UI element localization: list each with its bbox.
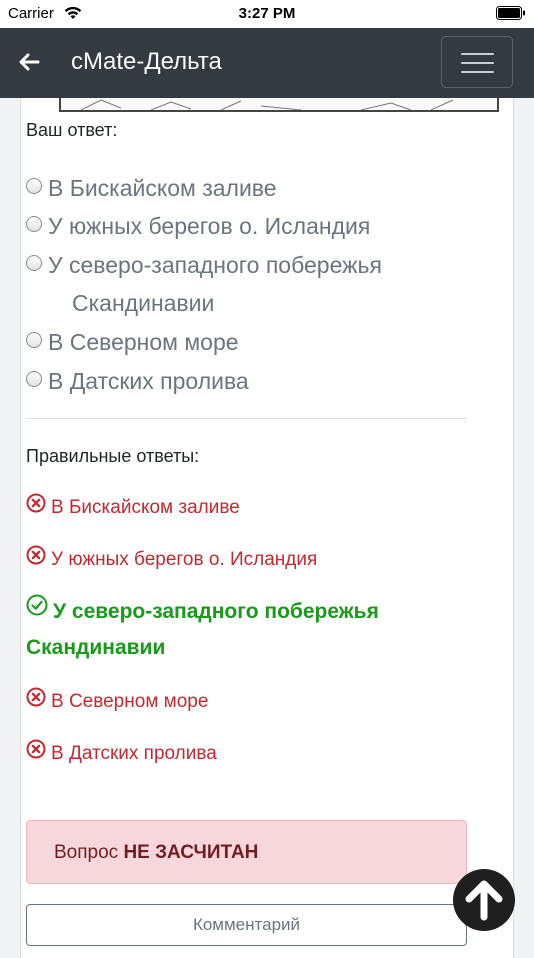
option-3[interactable]: У северо-западного побережья bbox=[26, 244, 382, 284]
option-3-continuation[interactable]: Скандинавии bbox=[72, 282, 214, 322]
option-4[interactable]: В Северном море bbox=[26, 321, 239, 361]
your-answer-label: Ваш ответ: bbox=[26, 120, 118, 140]
answer-item-wrong: У южных берегов о. Исландия bbox=[26, 545, 317, 573]
x-circle-icon bbox=[26, 545, 46, 571]
app-navbar: cMate-Дельта bbox=[0, 28, 534, 98]
result-prefix: Вопрос bbox=[54, 842, 124, 863]
radio-button[interactable] bbox=[26, 177, 42, 194]
clock: 3:27 PM bbox=[238, 5, 296, 22]
result-verdict: НЕ ЗАСЧИТАН bbox=[123, 842, 259, 863]
answer-item-wrong: В Бискайском заливе bbox=[26, 493, 240, 521]
arrow-up-icon bbox=[453, 869, 515, 936]
radio-button[interactable] bbox=[26, 331, 42, 348]
answer-item-correct: У северо-западного побережья Скандинавии bbox=[26, 594, 456, 666]
radio-button[interactable] bbox=[26, 370, 42, 387]
option-1[interactable]: В Бискайском заливе bbox=[26, 167, 277, 207]
option-2[interactable]: У южных берегов о. Исландия bbox=[26, 205, 370, 245]
x-circle-icon bbox=[26, 687, 46, 713]
scroll-to-top-button[interactable] bbox=[453, 869, 515, 931]
menu-toggle-button[interactable] bbox=[441, 36, 513, 88]
hamburger-icon bbox=[461, 53, 494, 55]
option-5[interactable]: В Датских пролива bbox=[26, 360, 249, 400]
x-circle-icon bbox=[26, 493, 46, 519]
radio-button[interactable] bbox=[26, 254, 42, 271]
back-arrow-icon[interactable] bbox=[18, 52, 40, 77]
battery-icon bbox=[496, 6, 526, 24]
answer-item-wrong: В Датских пролива bbox=[26, 739, 217, 767]
comment-button[interactable]: Комментарий bbox=[26, 904, 467, 946]
answer-item-wrong: В Северном море bbox=[26, 687, 208, 715]
result-alert: Вопрос НЕ ЗАСЧИТАН bbox=[26, 820, 467, 884]
correct-answers-label: Правильные ответы: bbox=[26, 446, 200, 466]
radio-button[interactable] bbox=[26, 215, 42, 232]
app-title: cMate-Дельта bbox=[71, 48, 222, 75]
question-image bbox=[59, 98, 499, 112]
check-circle-icon bbox=[26, 592, 48, 628]
status-bar: Carrier 3:27 PM bbox=[0, 0, 534, 28]
divider bbox=[26, 418, 467, 419]
x-circle-icon bbox=[26, 739, 46, 765]
